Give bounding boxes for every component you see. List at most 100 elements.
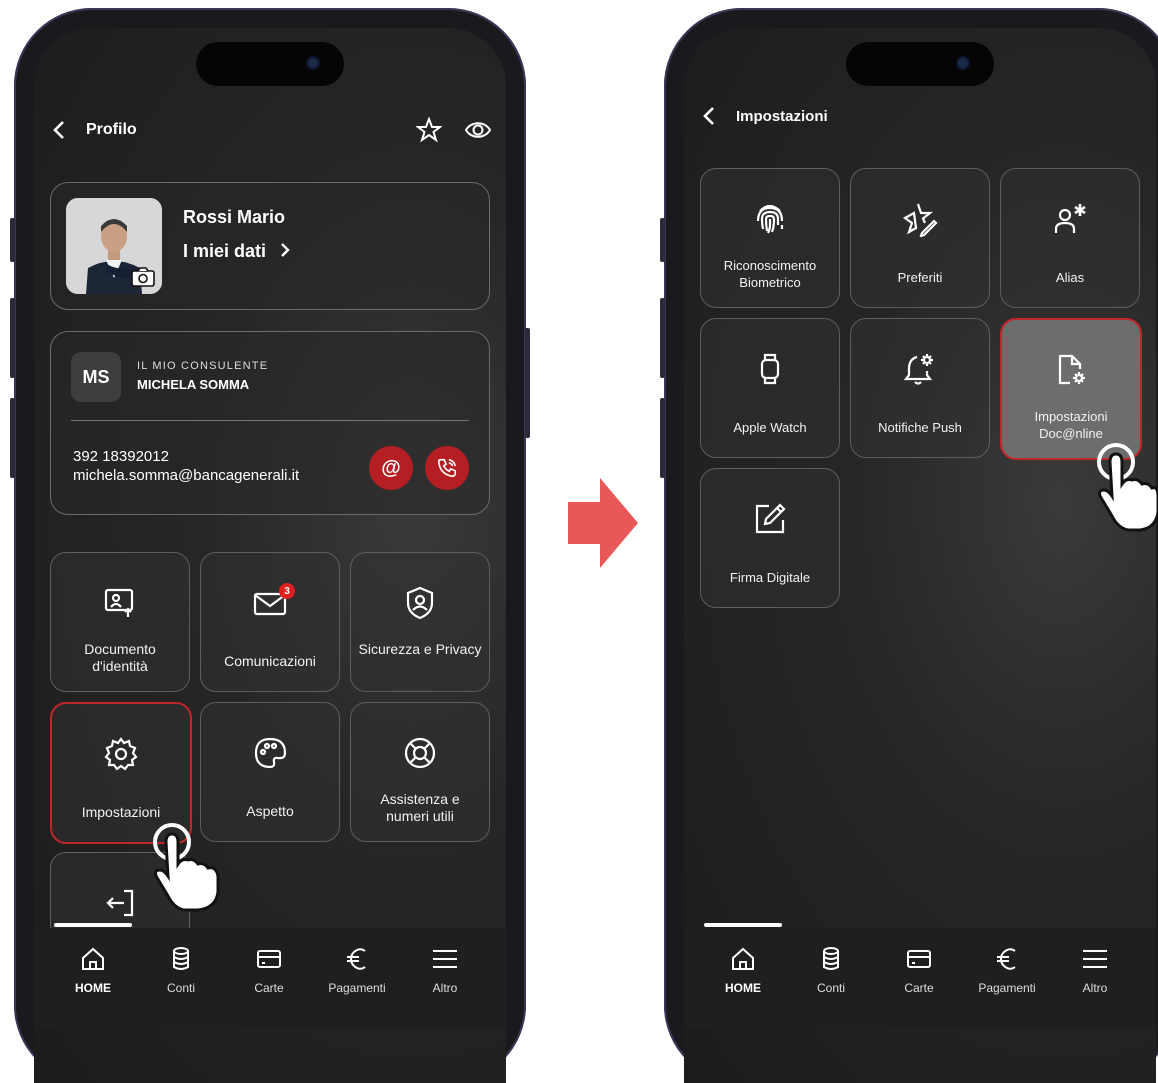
camera-icon[interactable] [130, 266, 156, 288]
star-icon[interactable] [416, 117, 442, 143]
chevron-left-icon [53, 121, 64, 139]
page-title: Impostazioni [736, 107, 828, 125]
side-button [660, 398, 665, 478]
profile-header: Profilo [34, 110, 506, 150]
profile-name: Rossi Mario [183, 207, 286, 227]
star-edit-icon [902, 203, 938, 237]
home-indicator [704, 923, 782, 927]
tile-assistance[interactable]: Assistenza e numeri utili [350, 702, 490, 842]
fingerprint-icon [756, 204, 784, 234]
phone-icon [437, 458, 457, 478]
settings-header: Impostazioni [684, 96, 1156, 136]
nav-label: Conti [166, 981, 195, 995]
nav-label: HOME [725, 981, 761, 995]
dynamic-island [846, 42, 994, 86]
document-gear-icon [1058, 354, 1085, 385]
nav-home[interactable]: HOME [708, 946, 778, 995]
tile-label: Alias [1055, 270, 1085, 285]
arrow-right-icon [568, 478, 638, 568]
tile-doconline-settings[interactable]: Impostazioni Doc@nline [1000, 318, 1142, 460]
tile-biometric[interactable]: Riconoscimento Biometrico [700, 168, 840, 308]
tile-label: Preferiti [897, 270, 943, 285]
nav-label: Altro [1082, 981, 1108, 995]
nav-label: Carte [904, 981, 934, 995]
nav-more[interactable]: Altro [1060, 946, 1130, 995]
tile-apple-watch[interactable]: Apple Watch [700, 318, 840, 458]
nav-label: Pagamenti [328, 981, 386, 995]
divider [71, 420, 469, 421]
menu-icon [1083, 950, 1107, 968]
id-document-icon [104, 588, 134, 617]
euro-icon [997, 948, 1016, 970]
chevron-right-icon [281, 243, 290, 257]
shield-user-icon [406, 586, 434, 620]
nav-cards[interactable]: Carte [884, 946, 954, 995]
menu-icon [433, 950, 457, 968]
avatar[interactable] [66, 198, 162, 294]
tile-label: Comunicazioni [224, 653, 316, 669]
nav-more[interactable]: Altro [410, 946, 480, 995]
user-asterisk-icon [1054, 204, 1086, 233]
tile-favorites[interactable]: Preferiti [850, 168, 990, 308]
side-button [10, 218, 15, 262]
dynamic-island [196, 42, 344, 86]
consultant-name: MICHELA SOMMA [137, 377, 250, 392]
consultant-initials: MS [71, 352, 121, 402]
consultant-phone[interactable]: 392 18392012 [73, 448, 169, 465]
consultant-email[interactable]: michela.somma@bancagenerali.it [73, 467, 299, 484]
watch-icon [760, 353, 780, 385]
logout-icon [106, 889, 134, 917]
tile-label: Impostazioni [81, 804, 161, 820]
tile-label: Documento d'identità [84, 641, 156, 674]
tile-digital-signature[interactable]: Firma Digitale [700, 468, 840, 608]
gear-icon [104, 737, 138, 771]
nav-cards[interactable]: Carte [234, 946, 304, 995]
call-button[interactable] [425, 446, 469, 490]
side-button [10, 298, 15, 378]
card-icon [907, 950, 931, 968]
screen-profile: Profilo Rossi Mario I miei dati MS IL MI… [34, 28, 506, 1083]
card-icon [257, 950, 281, 968]
consultant-label: IL MIO CONSULENTE [137, 360, 269, 372]
my-data-link[interactable]: I miei dati [183, 241, 291, 262]
bottom-nav: HOME Conti Carte Pagamenti Altro [34, 928, 506, 1028]
home-icon [732, 947, 754, 970]
chevron-left-icon [703, 107, 714, 125]
profile-card[interactable]: Rossi Mario I miei dati [50, 182, 490, 310]
nav-home[interactable]: HOME [58, 946, 128, 995]
tile-label: Firma Digitale [729, 570, 811, 585]
side-button [525, 328, 530, 438]
notification-badge: 3 [279, 583, 295, 599]
page-title: Profilo [86, 121, 137, 138]
tile-security-privacy[interactable]: Sicurezza e Privacy [350, 552, 490, 692]
nav-accounts[interactable]: Conti [796, 946, 866, 995]
tile-label: Assistenza e numeri utili [380, 791, 460, 824]
nav-label: Conti [816, 981, 845, 995]
coins-icon [173, 947, 189, 970]
tap-hand-icon [1097, 443, 1158, 532]
nav-payments[interactable]: Pagamenti [322, 946, 392, 995]
nav-accounts[interactable]: Conti [146, 946, 216, 995]
back-button[interactable] [702, 106, 722, 126]
nav-label: Altro [432, 981, 458, 995]
bell-gear-icon [903, 354, 933, 385]
tile-communications[interactable]: 3 Comunicazioni [200, 552, 340, 692]
tile-alias[interactable]: Alias [1000, 168, 1140, 308]
tile-push-notifications[interactable]: Notifiche Push [850, 318, 990, 458]
email-button[interactable]: @ [369, 446, 413, 490]
nav-label: Pagamenti [978, 981, 1036, 995]
lifebuoy-icon [404, 737, 436, 769]
tile-label: Notifiche Push [878, 420, 962, 435]
phone-frame-left: Profilo Rossi Mario I miei dati MS IL MI… [10, 8, 530, 1083]
sign-edit-icon [755, 503, 786, 534]
euro-icon [347, 948, 366, 970]
home-indicator [54, 923, 132, 927]
nav-label: Carte [254, 981, 284, 995]
nav-payments[interactable]: Pagamenti [972, 946, 1042, 995]
bottom-nav: HOME Conti Carte Pagamenti Altro [684, 928, 1156, 1028]
home-icon [82, 947, 104, 970]
tile-identity-document[interactable]: Documento d'identità [50, 552, 190, 692]
tile-label: Sicurezza e Privacy [358, 641, 482, 657]
back-button[interactable] [52, 120, 72, 140]
eye-icon[interactable] [464, 117, 492, 143]
